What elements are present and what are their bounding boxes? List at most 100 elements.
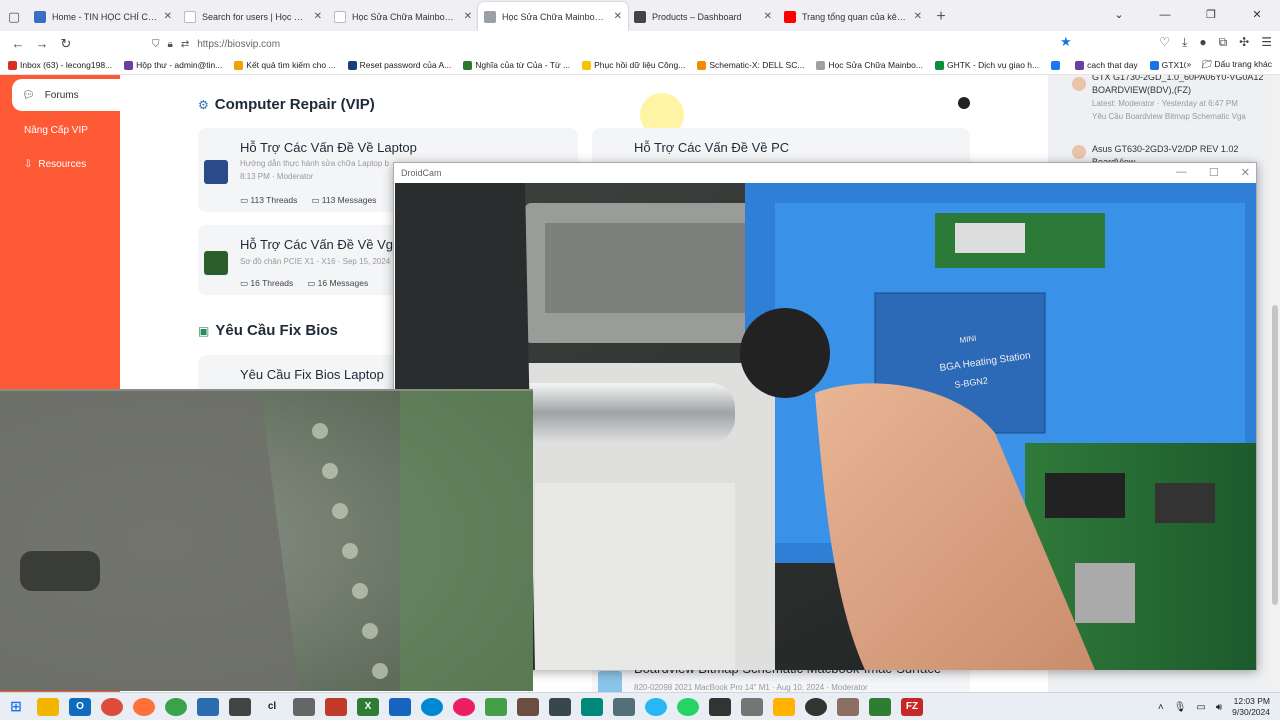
node-title[interactable]: Hỗ Trợ Các Vấn Đề Về Vga xyxy=(240,237,400,252)
app-yellow-icon[interactable] xyxy=(773,697,795,716)
tab-list-icon[interactable]: ▢ xyxy=(0,3,28,31)
app-brown-icon[interactable] xyxy=(517,697,539,716)
app-red-icon[interactable] xyxy=(325,697,347,716)
firefox-icon[interactable] xyxy=(133,697,155,716)
bookmark-item[interactable]: Kết quả tìm kiếm cho ... xyxy=(234,60,336,70)
bookmark-item[interactable]: Schematic-X: DELL SC... xyxy=(697,60,804,70)
bookmark-item[interactable] xyxy=(1051,60,1063,70)
browser-tab[interactable]: Học Sửa Chữa Mainboard Laptop M ✕ xyxy=(328,2,478,31)
excel-icon[interactable]: X xyxy=(357,697,379,716)
downloads-icon[interactable]: ⤓ xyxy=(1182,35,1187,50)
clock[interactable]: 12:03 PM 9/30/2024 xyxy=(1232,696,1270,718)
close-tab-icon[interactable]: ✕ xyxy=(764,11,772,22)
scrollbar-thumb[interactable] xyxy=(1272,305,1278,605)
close-button[interactable]: ✕ xyxy=(1241,166,1250,179)
page-scrollbar[interactable] xyxy=(1270,75,1280,693)
outlook-icon[interactable]: O xyxy=(69,697,91,716)
sidebar-item-vip[interactable]: Nâng Cấp VIP xyxy=(24,125,88,136)
extensions-icon[interactable]: ⧉ xyxy=(1219,35,1228,50)
close-tab-icon[interactable]: ✕ xyxy=(464,11,472,22)
maximize-button[interactable]: ☐ xyxy=(1209,166,1219,179)
bookmark-item[interactable]: GHTK - Dịch vụ giao h... xyxy=(934,60,1039,70)
app-circle-icon[interactable] xyxy=(805,697,827,716)
app-slate-icon[interactable] xyxy=(613,697,635,716)
bookmark-list: Inbox (63) - lecong198... Hộp thư - admin… xyxy=(8,60,1258,70)
puzzle-icon[interactable]: ✣ xyxy=(1239,35,1249,50)
reload-button[interactable]: ↻ xyxy=(54,36,78,52)
close-tab-icon[interactable]: ✕ xyxy=(164,11,172,22)
file-explorer-icon[interactable] xyxy=(37,697,59,716)
bookmark-item[interactable]: Học Sửa Chữa Mainbo... xyxy=(816,60,923,70)
latest-post-item[interactable]: GTX G1730-2GD_1.0_60PA06Y0-VG0A12 BOARDV… xyxy=(1092,75,1277,123)
account-icon[interactable]: ● xyxy=(1199,35,1206,50)
browser-tab[interactable]: Home - TIN HỌC CHÍ CÔNG ✕ xyxy=(28,2,178,31)
bookmark-item[interactable]: cach that day xyxy=(1075,60,1138,70)
chrome-icon[interactable] xyxy=(101,697,123,716)
bookmark-item[interactable]: Inbox (63) - lecong198... xyxy=(8,60,112,70)
node-title[interactable]: Hỗ Trợ Các Vấn Đề Về PC xyxy=(634,140,789,155)
restore-button[interactable]: ❐ xyxy=(1188,0,1234,29)
other-bookmarks[interactable]: 📁︎ Dấu trang khác xyxy=(1201,59,1272,70)
app-brown2-icon[interactable] xyxy=(837,697,859,716)
close-tab-icon[interactable]: ✕ xyxy=(314,11,322,22)
zoom-icon[interactable] xyxy=(421,697,443,716)
browser-tab[interactable]: Trang tổng quan của kênh - You ✕ xyxy=(778,2,928,31)
tab-title: Học Sửa Chữa Mainboard Lapto xyxy=(502,11,608,22)
forward-button[interactable]: → xyxy=(30,36,54,51)
toggle-icon[interactable] xyxy=(958,97,970,109)
section-title: ⚙ Computer Repair (VIP) xyxy=(198,96,375,113)
node-title[interactable]: Hỗ Trợ Các Vấn Đề Về Laptop xyxy=(240,140,417,155)
browser-tab[interactable]: Học Sửa Chữa Mainboard Lapto ✕ xyxy=(478,2,628,31)
microphone-icon[interactable]: 🎙︎ xyxy=(1174,702,1187,713)
network-icon[interactable]: ▭ xyxy=(1196,702,1205,713)
tool-icon[interactable] xyxy=(293,697,315,716)
start-icon[interactable]: ⊞ xyxy=(5,698,27,716)
bookmark-favicon-icon xyxy=(1149,60,1159,70)
bookmark-label: Học Sửa Chữa Mainbo... xyxy=(828,60,923,70)
post-title[interactable]: GTX G1730-2GD_1.0_60PA06Y0-VG0A12 BOARDV… xyxy=(1092,75,1277,97)
minimize-button[interactable]: — xyxy=(1176,166,1187,179)
app-teal-icon[interactable] xyxy=(581,697,603,716)
chevron-right-icon[interactable]: » xyxy=(1186,59,1191,70)
app-green-icon[interactable] xyxy=(165,697,187,716)
whatsapp-icon[interactable] xyxy=(677,697,699,716)
app-gray-icon[interactable] xyxy=(549,697,571,716)
browser-tab[interactable]: Products – Dashboard ✕ xyxy=(628,2,778,31)
minimize-button[interactable]: — xyxy=(1142,0,1188,29)
telegram-icon[interactable] xyxy=(645,697,667,716)
app-dark-icon[interactable] xyxy=(709,697,731,716)
bookmark-item[interactable]: Nghĩa của từ Của - Từ ... xyxy=(463,60,570,70)
address-bar[interactable]: ⛉ 🔒︎ ⇄ https://biosvip.com xyxy=(152,34,1082,54)
bookmark-item[interactable]: Reset password của A... xyxy=(347,60,451,70)
new-tab-button[interactable]: + xyxy=(928,2,954,31)
mail-icon[interactable] xyxy=(197,697,219,716)
tab-title: Trang tổng quan của kênh - You xyxy=(802,11,908,22)
sidebar-item-resources[interactable]: ⇩ Resources xyxy=(24,159,86,170)
terminal-icon[interactable]: cl xyxy=(261,698,283,716)
bookmark-star-icon[interactable]: ★ xyxy=(1060,34,1072,50)
app-blue-icon[interactable] xyxy=(389,697,411,716)
close-tab-icon[interactable]: ✕ xyxy=(614,11,622,22)
back-button[interactable]: ← xyxy=(6,36,30,51)
app-green2-icon[interactable] xyxy=(485,697,507,716)
bookmark-label: Inbox (63) - lecong198... xyxy=(20,60,113,70)
sidebar-item-forums[interactable]: 💬︎ Forums xyxy=(12,79,120,111)
bookmark-label: Schematic-X: DELL SC... xyxy=(709,60,805,70)
app-tool2-icon[interactable] xyxy=(741,697,763,716)
close-window-button[interactable]: ✕ xyxy=(1234,0,1280,29)
app-pink-icon[interactable] xyxy=(453,697,475,716)
node-title[interactable]: Yêu Cầu Fix Bios Laptop xyxy=(240,367,384,382)
menu-icon[interactable]: ☰ xyxy=(1261,35,1272,50)
notepad-icon[interactable] xyxy=(229,697,251,716)
browser-tab[interactable]: Search for users | Học Sửa Chữa Ma ✕ xyxy=(178,2,328,31)
app-green3-icon[interactable] xyxy=(869,697,891,716)
filezilla-icon[interactable]: FZ xyxy=(901,697,923,716)
close-tab-icon[interactable]: ✕ xyxy=(914,11,922,22)
tray-chevron-icon[interactable]: ˄ xyxy=(1158,702,1164,713)
pocket-icon[interactable]: ♡ xyxy=(1159,35,1170,50)
bookmark-item[interactable]: Phục hồi dữ liệu Công... xyxy=(582,60,685,70)
volume-icon[interactable]: 🔊︎ xyxy=(1216,702,1222,713)
tab-overflow-icon[interactable]: ⌄ xyxy=(1096,0,1142,29)
bookmark-label: Hộp thư - admin@tin... xyxy=(136,60,223,70)
bookmark-item[interactable]: Hộp thư - admin@tin... xyxy=(124,60,222,70)
